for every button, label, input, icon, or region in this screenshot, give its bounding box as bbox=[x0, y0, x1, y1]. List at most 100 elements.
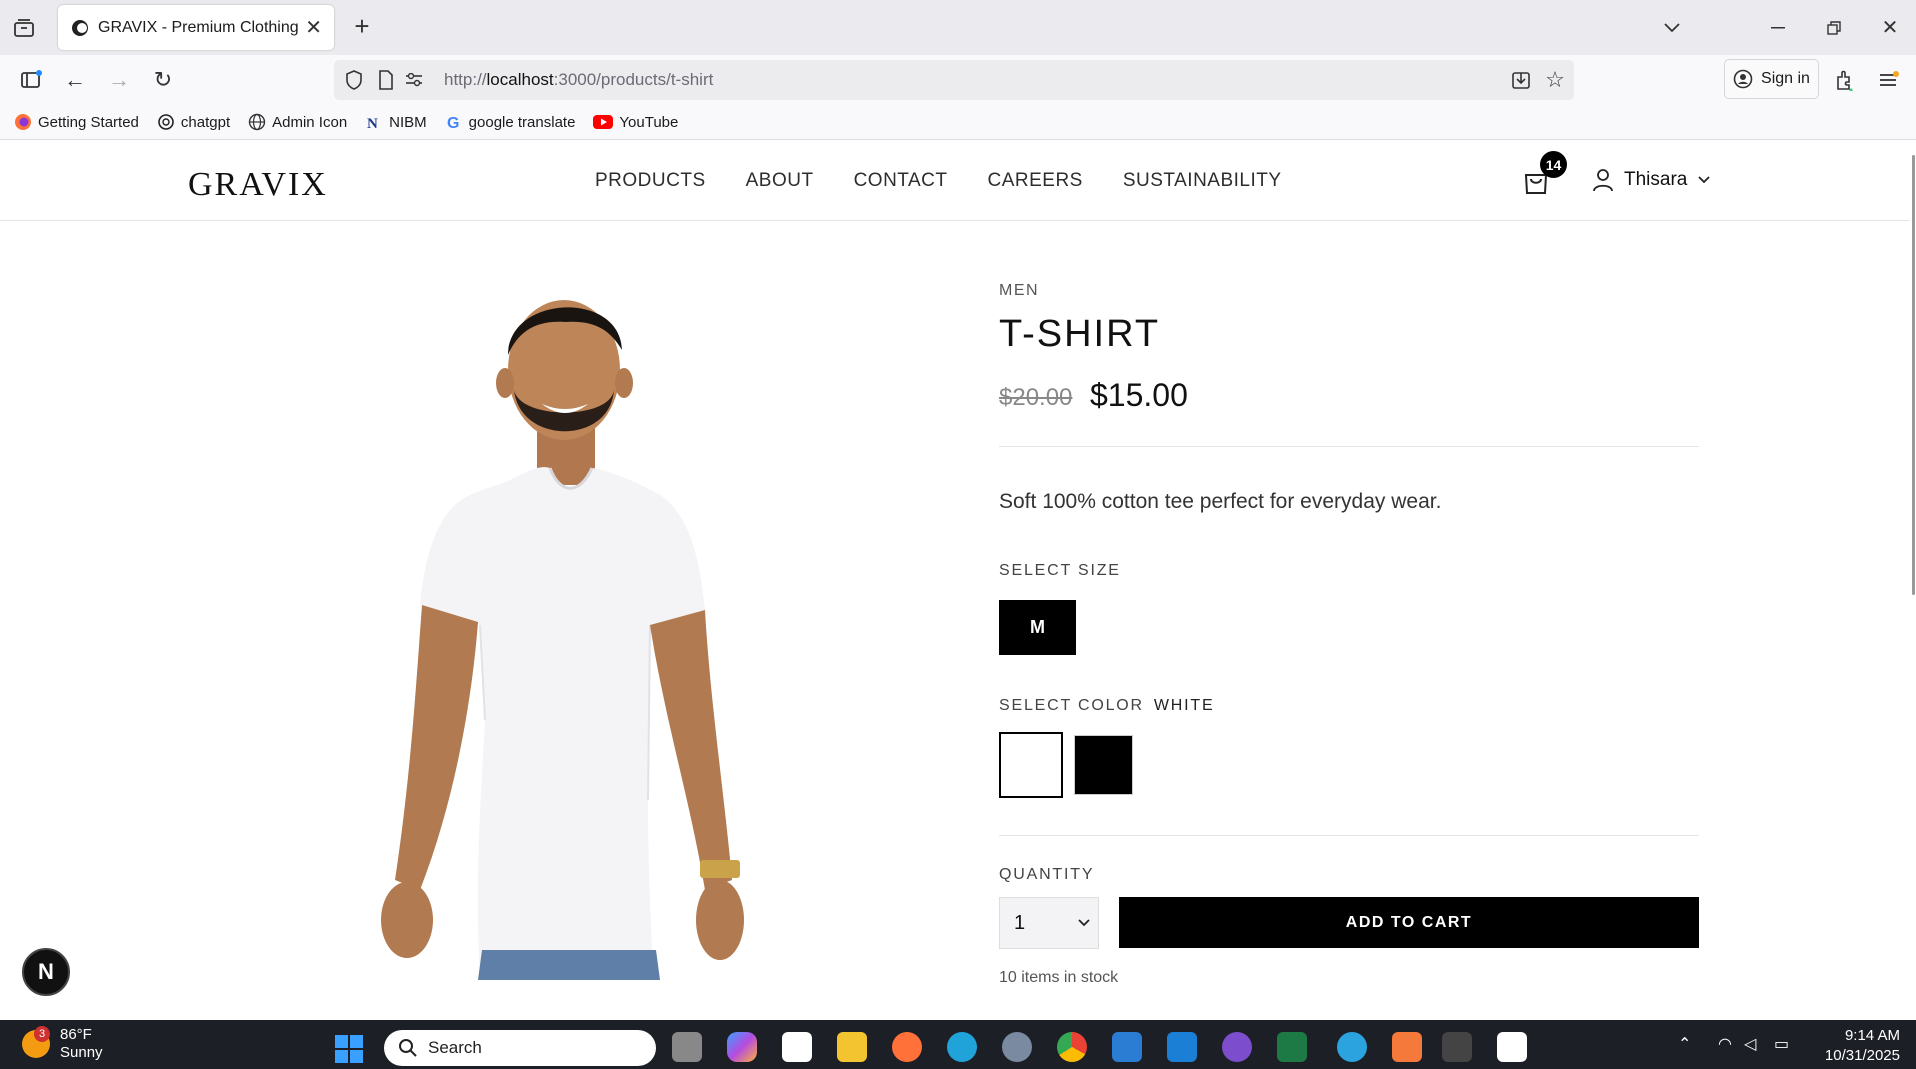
file-explorer-icon[interactable] bbox=[837, 1032, 867, 1062]
nav-careers[interactable]: CAREERS bbox=[988, 170, 1083, 192]
globe-icon bbox=[248, 113, 266, 131]
reload-icon[interactable]: ↻ bbox=[150, 67, 176, 93]
windows-start-icon[interactable] bbox=[334, 1034, 364, 1064]
vscode-icon[interactable] bbox=[1167, 1032, 1197, 1062]
site-favicon-icon bbox=[70, 18, 90, 38]
bookmark-label: Admin Icon bbox=[272, 113, 348, 131]
address-bar[interactable]: http://localhost:3000/products/t-shirt ☆ bbox=[334, 60, 1574, 100]
back-icon[interactable]: ← bbox=[62, 67, 88, 93]
google-icon: G bbox=[445, 113, 463, 131]
store-icon[interactable] bbox=[782, 1032, 812, 1062]
os-taskbar: 3 86°F Sunny Search ⌃ ◠ ◁ ▭ 9:14 AM 10/3… bbox=[0, 1020, 1916, 1069]
chevron-down-icon bbox=[1078, 919, 1090, 927]
bookmark-star-icon[interactable]: ☆ bbox=[1544, 67, 1566, 92]
nibm-icon: N bbox=[365, 113, 383, 131]
chevron-up-icon[interactable]: ⌃ bbox=[1678, 1034, 1691, 1054]
xampp-icon[interactable] bbox=[1392, 1032, 1422, 1062]
close-window-icon[interactable]: ✕ bbox=[1878, 15, 1902, 39]
bookmark-nibm[interactable]: N NIBM bbox=[365, 113, 427, 132]
url-host: localhost bbox=[486, 70, 554, 89]
firefox-icon bbox=[14, 113, 32, 131]
weather-widget[interactable]: 3 86°F Sunny bbox=[22, 1026, 103, 1062]
github-desktop-icon[interactable] bbox=[1222, 1032, 1252, 1062]
shield-icon[interactable] bbox=[344, 70, 364, 90]
url-text[interactable]: http://localhost:3000/products/t-shirt bbox=[444, 70, 713, 90]
color-label-row: SELECT COLOR WHITE bbox=[999, 697, 1214, 715]
permissions-icon[interactable] bbox=[404, 70, 424, 90]
nav-products[interactable]: PRODUCTS bbox=[595, 170, 706, 192]
browser-nav-bar: ← → ↻ http://localhost:3000/products/t-s… bbox=[0, 55, 1916, 105]
bookmark-admin-icon[interactable]: Admin Icon bbox=[248, 113, 347, 131]
size-label: SELECT SIZE bbox=[999, 562, 1121, 579]
bookmark-chatgpt[interactable]: chatgpt bbox=[157, 113, 230, 131]
settings-icon[interactable] bbox=[1002, 1032, 1032, 1062]
tab-title: GRAVIX - Premium Clothing Sto bbox=[98, 18, 301, 36]
youtube-icon bbox=[593, 115, 614, 129]
url-scheme: http:// bbox=[444, 70, 487, 89]
bookmark-getting-started[interactable]: Getting Started bbox=[14, 113, 139, 131]
bookmark-label: NIBM bbox=[389, 113, 427, 131]
sidebar-toggle-icon[interactable] bbox=[18, 67, 44, 93]
chatgpt-icon bbox=[157, 113, 175, 131]
minimize-icon[interactable] bbox=[1766, 16, 1790, 40]
weather-alert-badge: 3 bbox=[34, 1026, 50, 1042]
user-menu[interactable]: Thisara bbox=[1592, 168, 1711, 192]
dev-tools-badge[interactable]: N bbox=[22, 948, 70, 996]
tab-list-icon[interactable] bbox=[12, 16, 36, 40]
extensions-icon[interactable] bbox=[1832, 67, 1858, 93]
restore-icon[interactable] bbox=[1822, 16, 1846, 40]
color-swatch-black[interactable] bbox=[1074, 735, 1133, 795]
nav-contact[interactable]: CONTACT bbox=[854, 170, 948, 192]
bookmark-google-translate[interactable]: G google translate bbox=[445, 113, 576, 132]
sign-in-button[interactable]: Sign in bbox=[1724, 59, 1819, 99]
site-header: GRAVIX PRODUCTS ABOUT CONTACT CAREERS SU… bbox=[0, 140, 1910, 221]
photos-icon[interactable] bbox=[1112, 1032, 1142, 1062]
edge-icon[interactable] bbox=[947, 1032, 977, 1062]
task-view-icon[interactable] bbox=[672, 1032, 702, 1062]
terminal-icon[interactable] bbox=[1442, 1032, 1472, 1062]
stock-status: 10 items in stock bbox=[999, 969, 1119, 986]
user-icon bbox=[1592, 168, 1614, 192]
firefox-taskbar-icon[interactable] bbox=[892, 1032, 922, 1062]
sun-icon: 3 bbox=[22, 1026, 50, 1058]
page-info-icon[interactable] bbox=[376, 70, 396, 90]
weather-condition: Sunny bbox=[60, 1044, 103, 1061]
browser-tab-active[interactable]: GRAVIX - Premium Clothing Sto ✕ bbox=[58, 5, 334, 50]
save-to-pocket-icon[interactable] bbox=[1510, 69, 1532, 91]
nav-sustainability[interactable]: SUSTAINABILITY bbox=[1123, 170, 1282, 192]
browser-tab-bar: GRAVIX - Premium Clothing Sto ✕ + ✕ bbox=[0, 0, 1916, 55]
main-nav: PRODUCTS ABOUT CONTACT CAREERS SUSTAINAB… bbox=[595, 170, 1282, 192]
new-tab-icon[interactable]: + bbox=[350, 11, 374, 41]
color-swatch-white[interactable] bbox=[999, 732, 1063, 798]
bookmark-label: Getting Started bbox=[38, 113, 139, 131]
original-price: $20.00 bbox=[999, 384, 1073, 411]
wifi-icon[interactable]: ◠ bbox=[1718, 1034, 1732, 1054]
clock-date: 10/31/2025 bbox=[1824, 1047, 1900, 1064]
forward-icon[interactable]: → bbox=[106, 67, 132, 93]
chrome-icon[interactable] bbox=[1057, 1032, 1087, 1062]
telegram-icon[interactable] bbox=[1337, 1032, 1367, 1062]
search-icon bbox=[398, 1038, 418, 1058]
app-menu-icon[interactable] bbox=[1876, 67, 1902, 93]
taskbar-search[interactable]: Search bbox=[384, 1030, 656, 1066]
sale-price: $15.00 bbox=[1090, 377, 1188, 413]
url-path: :3000/products/t-shirt bbox=[553, 70, 714, 89]
page-scrollbar-thumb[interactable] bbox=[1912, 155, 1915, 595]
add-to-cart-button[interactable]: ADD TO CART bbox=[1119, 897, 1699, 948]
site-logo[interactable]: GRAVIX bbox=[188, 166, 328, 204]
tab-close-icon[interactable]: ✕ bbox=[305, 15, 322, 40]
nav-about[interactable]: ABOUT bbox=[746, 170, 814, 192]
user-name: Thisara bbox=[1624, 169, 1688, 190]
svg-text:G: G bbox=[447, 115, 459, 131]
bookmark-youtube[interactable]: YouTube bbox=[593, 114, 678, 131]
excel-icon[interactable] bbox=[1277, 1032, 1307, 1062]
volume-icon[interactable]: ◁ bbox=[1744, 1034, 1756, 1054]
capcut-icon[interactable] bbox=[1497, 1032, 1527, 1062]
size-option-m[interactable]: M bbox=[999, 600, 1076, 655]
quantity-select[interactable]: 1 bbox=[999, 897, 1099, 949]
color-label: SELECT COLOR bbox=[999, 697, 1144, 714]
battery-icon[interactable]: ▭ bbox=[1774, 1034, 1789, 1054]
list-all-tabs-icon[interactable] bbox=[1660, 16, 1684, 40]
system-clock[interactable]: 9:14 AM 10/31/2025 bbox=[1812, 1026, 1900, 1066]
copilot-icon[interactable] bbox=[727, 1032, 757, 1062]
